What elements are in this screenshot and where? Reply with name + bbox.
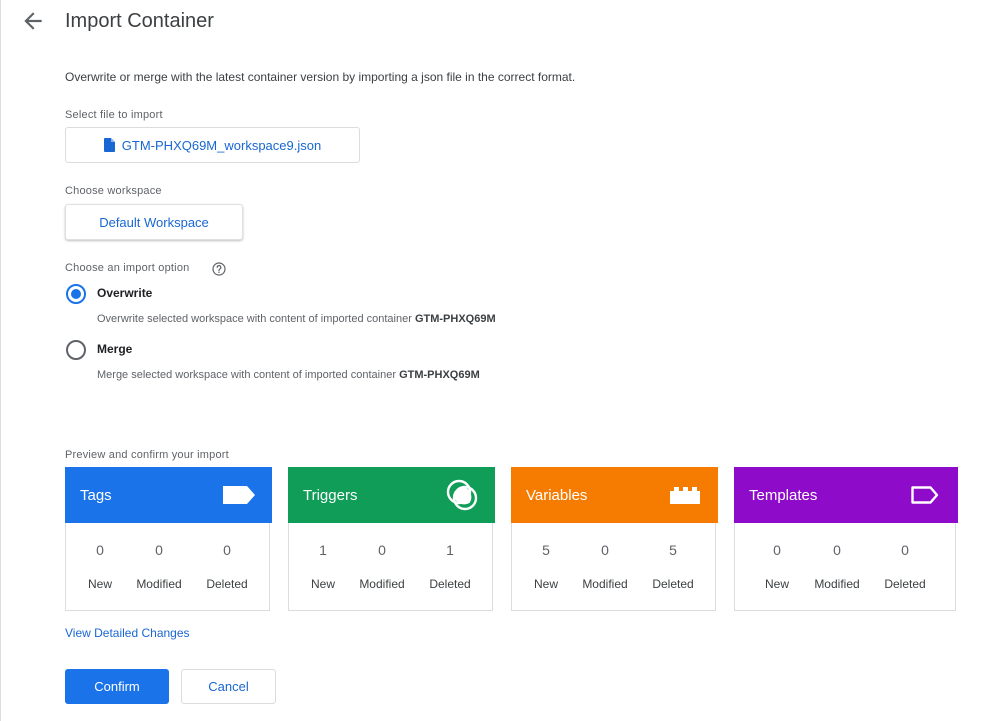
cancel-button[interactable]: Cancel [181,669,276,704]
variables-new-count: 5 [542,542,550,558]
templates-modified-count: 0 [833,542,841,558]
help-icon[interactable] [212,262,226,276]
triggers-new-label: New [310,577,335,591]
merge-option-description: Merge selected workspace with content of… [97,369,480,381]
triggers-modified-count: 0 [378,542,386,558]
trigger-icon [445,479,479,511]
tags-card-title: Tags [80,486,112,504]
workspace-select-button[interactable]: Default Workspace [65,204,243,240]
tags-new-count: 0 [96,542,104,558]
triggers-deleted-count: 1 [446,542,454,558]
arrow-back-icon[interactable] [20,8,46,34]
templates-deleted-count: 0 [901,542,909,558]
templates-new-label: New [764,577,789,591]
preview-label: Preview and confirm your import [65,449,229,461]
templates-card-title: Templates [749,486,818,504]
variables-modified-label: Modified [582,577,628,591]
tags-modified-count: 0 [155,542,163,558]
variables-new-label: New [533,577,558,591]
templates-deleted-label: Deleted [884,577,926,591]
file-name: GTM-PHXQ69M_workspace9.json [121,137,322,153]
variable-icon [668,480,702,510]
variables-card: Variables 5 0 5 New Modified Deleted [511,467,718,611]
left-divider [0,0,1,721]
page-title: Import Container [65,10,214,32]
merge-radio[interactable] [66,340,86,360]
overwrite-option-description: Overwrite selected workspace with conten… [97,313,496,325]
triggers-card-header: Triggers [288,467,495,523]
view-detailed-changes-link[interactable]: View Detailed Changes [65,626,190,640]
templates-card-header: Templates [734,467,958,523]
tags-deleted-count: 0 [223,542,231,558]
choose-workspace-label: Choose workspace [65,185,162,197]
select-file-label: Select file to import [65,109,163,121]
variables-card-header: Variables [511,467,718,523]
tags-card-header: Tags [65,467,272,523]
tags-card: Tags 0 0 0 New Modified Deleted [65,467,272,611]
import-container-page: Import Container Overwrite or merge with… [0,0,991,721]
templates-new-count: 0 [773,542,781,558]
select-file-button[interactable]: GTM-PHXQ69M_workspace9.json [65,127,360,163]
overwrite-desc-text: Overwrite selected workspace with conten… [97,313,412,325]
triggers-deleted-label: Deleted [429,577,471,591]
variables-deleted-count: 5 [669,542,677,558]
variables-card-title: Variables [526,486,588,504]
tags-new-label: New [87,577,112,591]
import-description: Overwrite or merge with the latest conta… [65,70,576,84]
merge-container-id: GTM-PHXQ69M [399,369,480,381]
template-icon [908,480,942,510]
templates-card: Templates 0 0 0 New Modified Deleted [734,467,958,611]
import-option-label: Choose an import option [65,262,190,274]
overwrite-option-label[interactable]: Overwrite [97,286,152,300]
tag-icon [222,480,256,510]
tags-modified-label: Modified [136,577,182,591]
triggers-modified-label: Modified [359,577,405,591]
confirm-button[interactable]: Confirm [65,669,169,704]
merge-option-label[interactable]: Merge [97,342,132,356]
triggers-card: Triggers 1 0 1 New Modified Deleted [288,467,495,611]
tags-deleted-label: Deleted [206,577,248,591]
triggers-card-title: Triggers [303,486,358,504]
merge-desc-text: Merge selected workspace with content of… [97,369,396,381]
variables-deleted-label: Deleted [652,577,694,591]
overwrite-container-id: GTM-PHXQ69M [414,313,496,325]
overwrite-radio[interactable] [66,284,86,304]
variables-modified-count: 0 [601,542,609,558]
templates-modified-label: Modified [814,577,860,591]
triggers-new-count: 1 [319,542,327,558]
file-icon [103,138,116,152]
